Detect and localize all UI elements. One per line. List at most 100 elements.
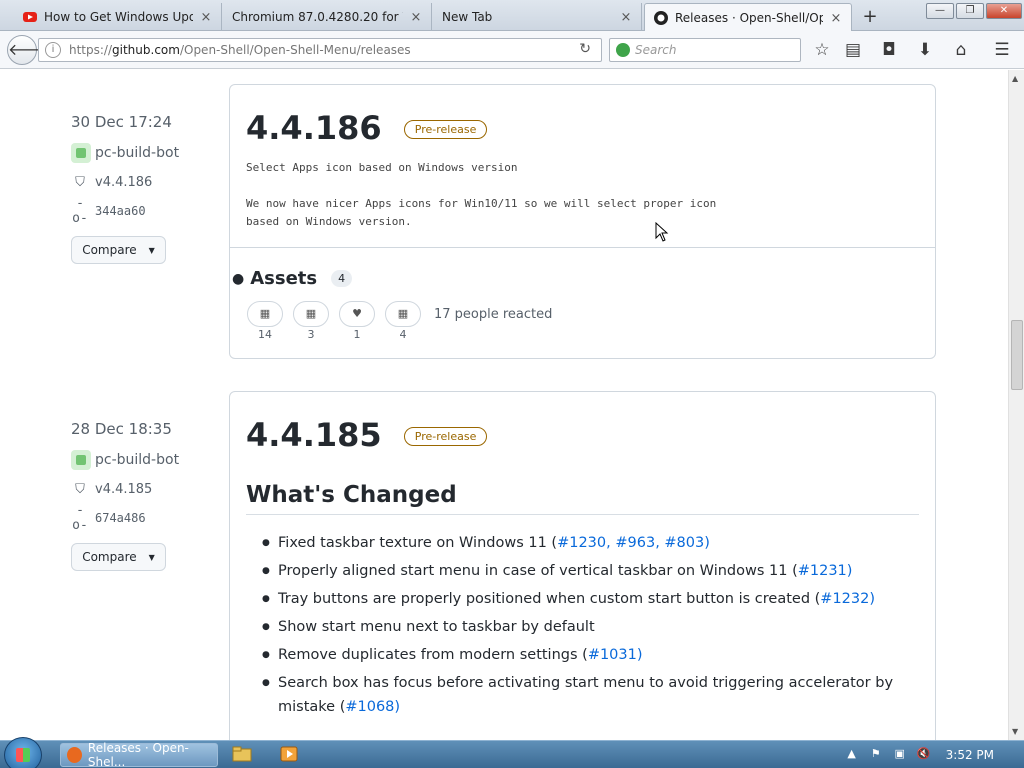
tab-chromium[interactable]: Chromium 87.0.4280.20 for Wi... ×	[224, 3, 432, 31]
change-suffix: )	[846, 563, 853, 579]
assets-toggle[interactable]: ● Assets 4	[232, 268, 919, 289]
volume-muted-icon[interactable]: 🔇	[916, 747, 932, 763]
release-tag[interactable]: ⛉ v4.4.186	[71, 175, 211, 190]
close-tab-icon[interactable]: ×	[409, 10, 423, 25]
close-tab-icon[interactable]: ×	[619, 10, 633, 25]
bookmarks-menu-icon[interactable]: ▤	[843, 40, 863, 60]
author-name[interactable]: pc-build-bot	[95, 145, 179, 161]
reaction-count: 1	[353, 328, 361, 341]
release-version[interactable]: 4.4.185	[246, 416, 382, 454]
url-bar[interactable]: i https://github.com/Open-Shell/Open-She…	[38, 38, 602, 62]
release-card: 4.4.186 Pre-release Select Apps icon bas…	[229, 84, 936, 359]
downloads-icon[interactable]: ⬇	[915, 40, 935, 60]
home-icon[interactable]: ⌂	[951, 40, 971, 60]
bookmark-star-icon[interactable]: ☆	[812, 40, 832, 60]
reaction-party[interactable]: ▦ 14	[246, 301, 284, 341]
tab-new-tab[interactable]: New Tab ×	[434, 3, 642, 31]
tab-releases[interactable]: Releases · Open-Shell/Ope... ×	[644, 3, 852, 32]
commit-hash[interactable]: 674a486	[95, 511, 146, 525]
system-tray: ▲ ⚑ ▣ 🔇 3:52 PM	[840, 741, 1024, 768]
minimize-button[interactable]: —	[926, 3, 954, 19]
close-tab-icon[interactable]: ×	[199, 10, 213, 25]
scroll-down-icon[interactable]: ▼	[1012, 727, 1018, 736]
issue-link[interactable]: #1230	[557, 535, 606, 551]
back-button[interactable]: 🡐	[7, 35, 51, 65]
reaction-heart[interactable]: ♥ 1	[338, 301, 376, 341]
scrollbar-thumb[interactable]	[1011, 320, 1023, 390]
party-icon: ▦	[247, 301, 283, 327]
changes-list: Fixed taskbar texture on Windows 11 (#12…	[246, 531, 919, 719]
new-tab-button[interactable]: +	[860, 6, 880, 27]
change-text: Tray buttons are properly positioned whe…	[278, 591, 821, 607]
search-engine-icon[interactable]	[616, 43, 630, 57]
issue-link[interactable]: #1068	[345, 699, 394, 715]
issue-link[interactable]: #1232	[820, 591, 869, 607]
tag-label[interactable]: v4.4.186	[95, 175, 152, 190]
commit-icon: -o-	[72, 196, 88, 226]
pocket-icon[interactable]: ◘	[879, 40, 899, 60]
link-separator: ,	[606, 535, 616, 551]
commit-icon: -o-	[72, 503, 88, 533]
taskbar-firefox-window[interactable]: Releases · Open-Shel...	[60, 741, 218, 768]
taskbar-clock[interactable]: 3:52 PM	[946, 748, 994, 762]
media-player-icon[interactable]	[279, 745, 299, 763]
issue-link[interactable]: #1031	[588, 647, 637, 663]
reload-icon[interactable]: ↻	[579, 41, 591, 57]
tab-title: New Tab	[442, 10, 493, 24]
vertical-scrollbar[interactable]: ▲ ▼	[1008, 70, 1024, 740]
search-placeholder: Search	[635, 43, 677, 57]
reaction-thumbs-up[interactable]: ▦ 3	[292, 301, 330, 341]
network-icon[interactable]: ▣	[892, 747, 908, 763]
tab-youtube[interactable]: How to Get Windows Upd... ×	[14, 3, 222, 31]
release-card: 4.4.185 Pre-release What's Changed Fixed…	[229, 391, 936, 740]
release-commit[interactable]: -o- 674a486	[71, 503, 211, 533]
change-item: Fixed taskbar texture on Windows 11 (#12…	[246, 531, 919, 555]
scroll-up-icon[interactable]: ▲	[1012, 74, 1018, 83]
issue-link[interactable]: #803	[664, 535, 704, 551]
site-info-icon[interactable]: i	[45, 42, 61, 58]
prerelease-badge: Pre-release	[403, 427, 488, 446]
chevron-down-icon: ▼	[148, 245, 155, 255]
change-item: Remove duplicates from modern settings (…	[246, 643, 919, 667]
release-author[interactable]: pc-build-bot	[71, 143, 211, 163]
thumbs-up-icon: ▦	[293, 301, 329, 327]
close-tab-icon[interactable]: ×	[829, 11, 843, 26]
windows-taskbar: Releases · Open-Shel... ▲ ⚑ ▣ 🔇 3:52 PM	[0, 737, 1024, 768]
tag-label[interactable]: v4.4.185	[95, 482, 152, 497]
release-version[interactable]: 4.4.186	[246, 109, 382, 147]
change-suffix: )	[394, 699, 401, 715]
explorer-icon[interactable]	[232, 745, 252, 763]
release-author[interactable]: pc-build-bot	[71, 450, 211, 470]
close-window-button[interactable]: ✕	[986, 3, 1022, 19]
reaction-rocket[interactable]: ▦ 4	[384, 301, 422, 341]
maximize-button[interactable]: ❐	[956, 3, 984, 19]
change-suffix: )	[869, 591, 876, 607]
change-suffix: )	[704, 535, 710, 551]
issue-link[interactable]: #963	[615, 535, 655, 551]
reacted-summary: 17 people reacted	[434, 307, 553, 322]
release-note: Select Apps icon based on Windows versio…	[246, 161, 518, 174]
start-button[interactable]	[4, 737, 42, 768]
menu-icon[interactable]: ☰	[992, 40, 1012, 60]
mouse-cursor-icon	[655, 222, 669, 242]
change-item: Properly aligned start menu in case of v…	[246, 559, 919, 583]
prerelease-badge: Pre-release	[403, 120, 488, 139]
release-commit[interactable]: -o- 344aa60	[71, 196, 211, 226]
compare-button[interactable]: Compare ▼	[71, 543, 166, 571]
commit-hash[interactable]: 344aa60	[95, 204, 146, 218]
chevron-down-icon: ▼	[148, 552, 155, 562]
author-name[interactable]: pc-build-bot	[95, 452, 179, 468]
reaction-count: 14	[258, 328, 272, 341]
change-text: Fixed taskbar texture on Windows 11 (	[278, 535, 558, 551]
flag-icon[interactable]: ⚑	[868, 747, 884, 763]
compare-button[interactable]: Compare ▼	[71, 236, 166, 264]
tab-title: Chromium 87.0.4280.20 for Wi...	[232, 10, 403, 24]
issue-link[interactable]: #1231	[798, 563, 847, 579]
release-meta: 30 Dec 17:24 pc-build-bot ⛉ v4.4.186 -o-…	[71, 113, 211, 264]
release-tag[interactable]: ⛉ v4.4.185	[71, 482, 211, 497]
section-heading: What's Changed	[246, 482, 919, 515]
assets-label: Assets	[250, 268, 318, 289]
search-box[interactable]: Search	[609, 38, 801, 62]
heart-icon: ♥	[339, 301, 375, 327]
show-hidden-icons[interactable]: ▲	[844, 747, 860, 763]
